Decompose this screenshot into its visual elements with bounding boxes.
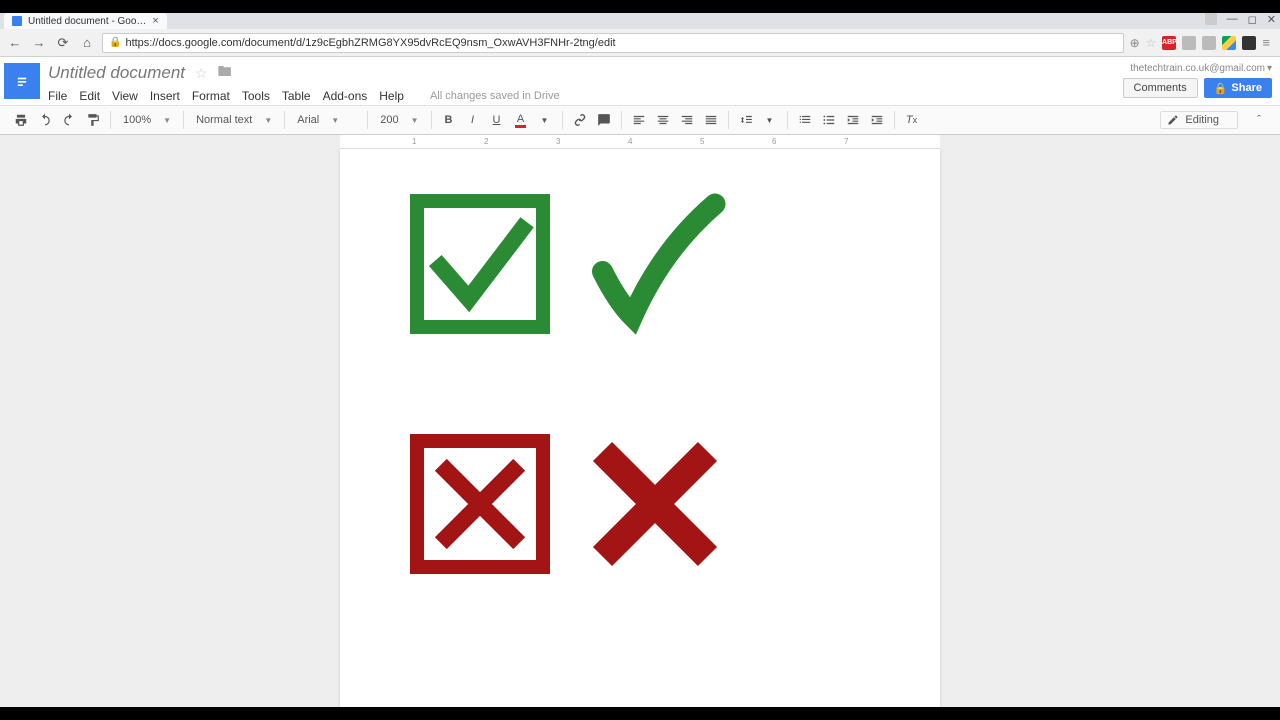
menu-view[interactable]: View — [112, 89, 138, 103]
ruler-tick: 2 — [484, 137, 488, 146]
zoom-value: 100% — [123, 114, 151, 126]
indent-decrease-icon[interactable] — [842, 109, 864, 131]
mode-select[interactable]: Editing — [1160, 111, 1238, 129]
browser-toolbar: ← → ⟳ ⌂ 🔒 https://docs.google.com/docume… — [0, 29, 1280, 57]
extension-icon[interactable] — [1242, 36, 1256, 50]
numbered-list-icon[interactable] — [794, 109, 816, 131]
bulleted-list-icon[interactable] — [818, 109, 840, 131]
caret-down-icon[interactable]: ▼ — [759, 109, 781, 131]
nav-back-icon[interactable]: ← — [6, 34, 24, 52]
nav-reload-icon[interactable]: ⟳ — [54, 34, 72, 52]
ruler-tick: 3 — [556, 137, 560, 146]
document-title[interactable]: Untitled document — [48, 63, 185, 83]
clear-formatting-icon[interactable]: Tx — [901, 109, 923, 131]
collapse-toolbar-icon[interactable]: ˆ — [1248, 109, 1270, 131]
tab-title: Untitled document - Goo… — [28, 16, 146, 27]
font-select[interactable]: Arial▼ — [291, 109, 361, 131]
fontsize-value: 200 — [380, 114, 398, 126]
abp-extension-icon[interactable]: ABP — [1162, 36, 1176, 50]
nav-home-icon[interactable]: ⌂ — [78, 34, 96, 52]
docs-favicon — [12, 16, 22, 26]
comment-icon[interactable] — [593, 109, 615, 131]
ruler-tick: 5 — [700, 137, 704, 146]
account-email-text: thetechtrain.co.uk@gmail.com — [1130, 63, 1265, 74]
window-maximize-icon[interactable]: ◻ — [1248, 13, 1257, 26]
save-status: All changes saved in Drive — [430, 90, 560, 102]
address-bar[interactable]: 🔒 https://docs.google.com/document/d/1z9… — [102, 33, 1124, 53]
ruler-tick: 1 — [412, 137, 416, 146]
window-minimize-icon[interactable]: — — [1227, 13, 1238, 26]
extension-icon[interactable] — [1202, 36, 1216, 50]
menu-format[interactable]: Format — [192, 89, 230, 103]
comments-button[interactable]: Comments — [1123, 78, 1198, 98]
italic-icon[interactable]: I — [462, 109, 484, 131]
align-left-icon[interactable] — [628, 109, 650, 131]
lock-icon: 🔒 — [109, 37, 121, 48]
align-right-icon[interactable] — [676, 109, 698, 131]
print-icon[interactable] — [10, 109, 32, 131]
star-icon[interactable]: ☆ — [195, 65, 208, 82]
extension-icon[interactable] — [1182, 36, 1196, 50]
account-square-icon[interactable] — [1205, 13, 1217, 25]
undo-icon[interactable] — [34, 109, 56, 131]
indent-increase-icon[interactable] — [866, 109, 888, 131]
docs-logo-icon[interactable] — [4, 63, 40, 99]
window-close-icon[interactable]: ✕ — [1267, 13, 1276, 26]
lock-icon: 🔒 — [1214, 82, 1228, 95]
menu-addons[interactable]: Add-ons — [323, 89, 368, 103]
checkbox-crossed-icon — [410, 434, 550, 574]
fontsize-select[interactable]: 200▼ — [374, 109, 424, 131]
tab-close-icon[interactable]: × — [152, 15, 158, 27]
checkmark-icon — [580, 189, 730, 339]
browser-tabstrip: Untitled document - Goo… × — ◻ ✕ — [0, 13, 1280, 29]
chrome-menu-icon[interactable]: ≡ — [1262, 35, 1270, 50]
horizontal-ruler[interactable]: 1 2 3 4 5 6 7 — [340, 135, 940, 149]
document-page[interactable] — [340, 149, 940, 707]
drive-extension-icon[interactable] — [1222, 36, 1236, 50]
document-canvas[interactable]: 1 2 3 4 5 6 7 — [0, 135, 1280, 707]
caret-down-icon[interactable]: ▼ — [534, 109, 556, 131]
ruler-tick: 6 — [772, 137, 776, 146]
font-value: Arial — [297, 114, 319, 126]
menu-tools[interactable]: Tools — [242, 89, 270, 103]
style-value: Normal text — [196, 114, 252, 126]
url-text: https://docs.google.com/document/d/1z9cE… — [125, 37, 615, 49]
folder-icon[interactable]: 🖿 — [218, 61, 232, 85]
mode-label: Editing — [1185, 114, 1219, 126]
ruler-tick: 4 — [628, 137, 632, 146]
redo-icon[interactable] — [58, 109, 80, 131]
menu-help[interactable]: Help — [379, 89, 404, 103]
menu-insert[interactable]: Insert — [150, 89, 180, 103]
crossmark-icon — [580, 429, 730, 579]
menu-edit[interactable]: Edit — [79, 89, 100, 103]
align-justify-icon[interactable] — [700, 109, 722, 131]
caret-down-icon: ▾ — [1267, 63, 1272, 74]
ruler-tick: 7 — [844, 137, 848, 146]
menu-bar: File Edit View Insert Format Tools Table… — [48, 87, 560, 105]
underline-icon[interactable]: U — [486, 109, 508, 131]
browser-tab[interactable]: Untitled document - Goo… × — [4, 13, 167, 29]
text-color-icon[interactable]: A — [510, 109, 532, 131]
nav-forward-icon[interactable]: → — [30, 34, 48, 52]
link-icon[interactable] — [569, 109, 591, 131]
share-button[interactable]: 🔒 Share — [1204, 78, 1272, 98]
checkbox-checked-icon — [410, 194, 550, 334]
zoom-select[interactable]: 100%▼ — [117, 109, 177, 131]
formatting-toolbar: 100%▼ Normal text▼ Arial▼ 200▼ B I U A ▼… — [0, 105, 1280, 135]
share-label: Share — [1231, 82, 1262, 94]
bold-icon[interactable]: B — [438, 109, 460, 131]
pencil-icon — [1167, 114, 1179, 126]
account-email[interactable]: thetechtrain.co.uk@gmail.com ▾ — [1130, 63, 1272, 74]
extension-icons: ⊕ ☆ ABP ≡ — [1130, 35, 1274, 50]
menu-table[interactable]: Table — [282, 89, 311, 103]
zoom-icon[interactable]: ⊕ — [1130, 36, 1140, 50]
align-center-icon[interactable] — [652, 109, 674, 131]
line-spacing-icon[interactable] — [735, 109, 757, 131]
menu-file[interactable]: File — [48, 89, 67, 103]
style-select[interactable]: Normal text▼ — [190, 109, 278, 131]
bookmark-star-icon[interactable]: ☆ — [1146, 36, 1157, 50]
docs-header: Untitled document ☆ 🖿 File Edit View Ins… — [0, 57, 1280, 105]
paint-format-icon[interactable] — [82, 109, 104, 131]
